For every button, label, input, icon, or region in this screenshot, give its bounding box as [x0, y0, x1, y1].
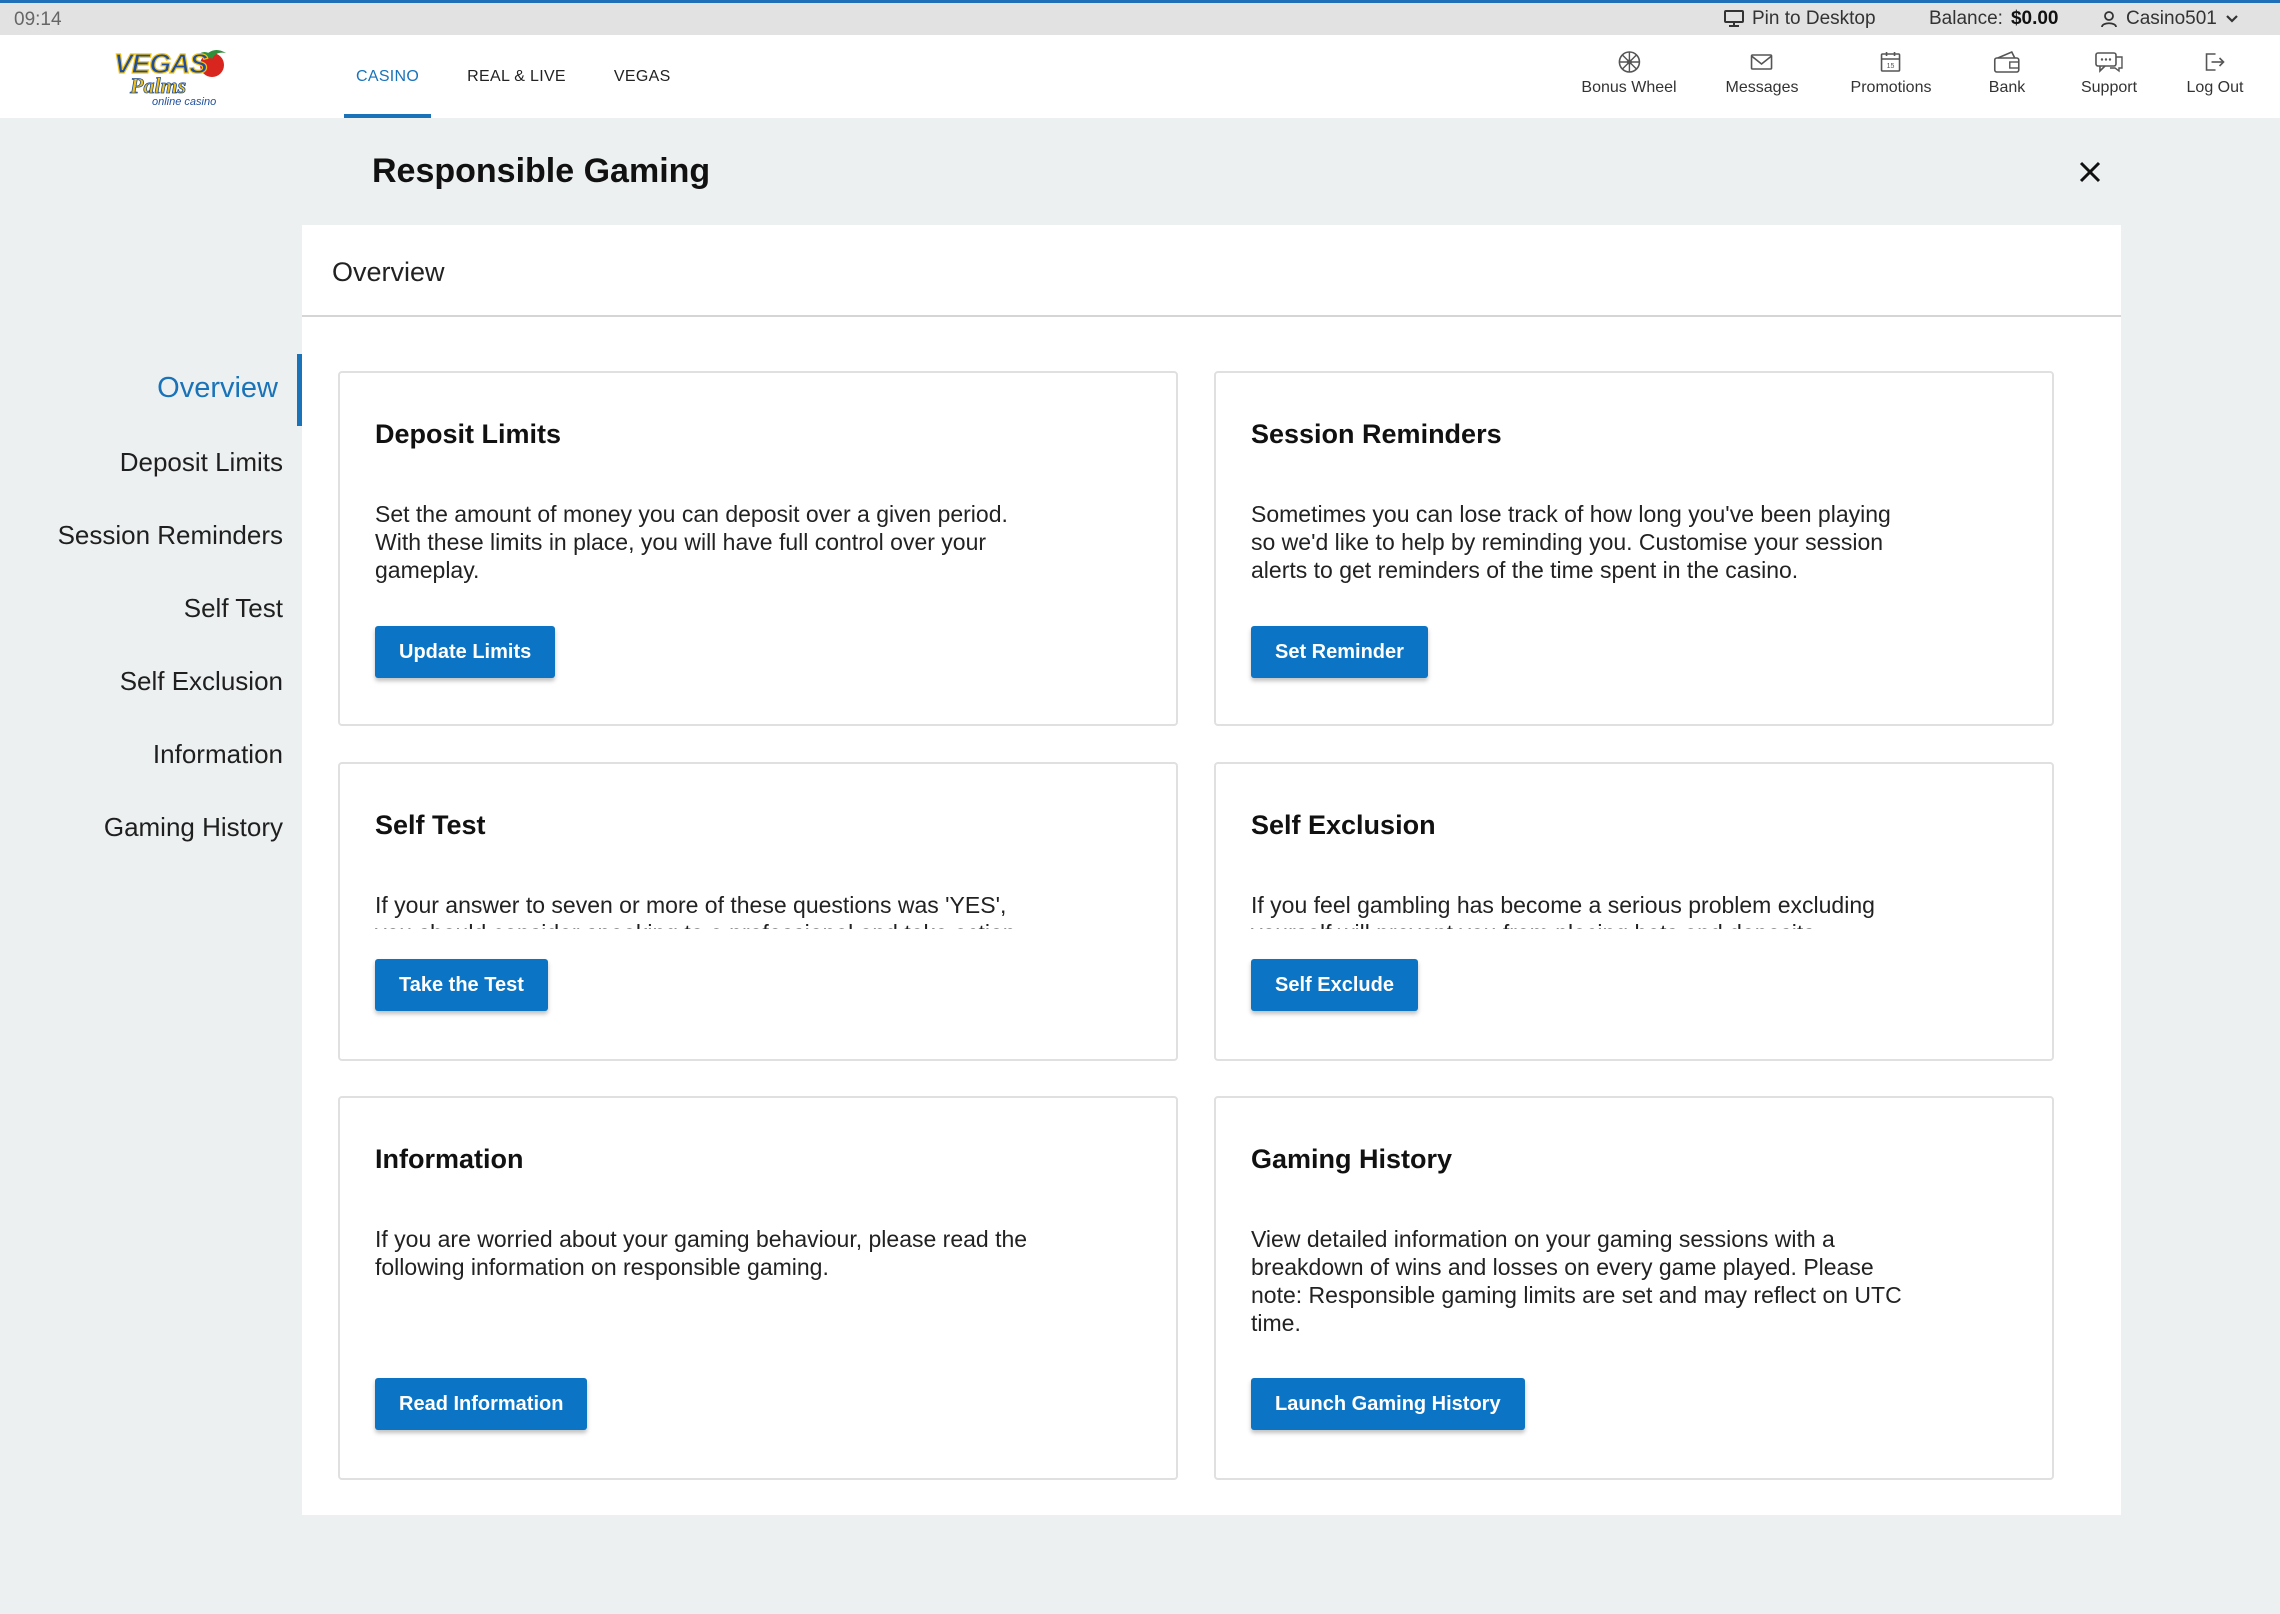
user-menu[interactable]: Casino501 [2100, 8, 2239, 30]
content-panel: Overview Deposit Limits Set the amount o… [302, 225, 2121, 1515]
card-gaming-history: Gaming History View detailed information… [1214, 1096, 2054, 1480]
sidenav-item-self-test[interactable]: Self Test [184, 593, 283, 624]
logout-button[interactable]: Log Out [2186, 49, 2244, 97]
chevron-down-icon [2226, 15, 2238, 23]
site-header: VEGAS Palms online casino CASINO REAL & … [0, 35, 2280, 118]
read-information-button[interactable]: Read Information [375, 1378, 588, 1430]
card-title: Self Exclusion [1251, 810, 1436, 840]
svg-text:online casino: online casino [152, 96, 216, 108]
svg-text:15: 15 [1887, 63, 1895, 70]
support-button[interactable]: Support [2081, 49, 2137, 97]
card-self-test: Self Test If your answer to seven or mor… [338, 762, 1178, 1061]
clock: 09:14 [14, 9, 62, 30]
username: Casino501 [2126, 8, 2217, 29]
promotions-label: Promotions [1850, 79, 1932, 96]
set-reminder-button[interactable]: Set Reminder [1251, 626, 1428, 678]
card-title: Session Reminders [1251, 419, 1502, 449]
status-bar: 09:14 Pin to Desktop Balance: $0.00 Casi… [0, 0, 2280, 35]
svg-text:Palms: Palms [129, 73, 186, 98]
calendar-icon: 15 [1881, 52, 1901, 72]
balance-label: Balance: [1929, 8, 2003, 29]
chat-icon [2095, 52, 2123, 73]
card-title: Gaming History [1251, 1144, 1453, 1174]
pin-to-desktop-button[interactable]: Pin to Desktop [1724, 8, 1876, 30]
section-header: Overview [302, 225, 2121, 317]
launch-gaming-history-button[interactable]: Launch Gaming History [1251, 1378, 1525, 1430]
pin-label: Pin to Desktop [1752, 8, 1876, 29]
card-title: Deposit Limits [375, 419, 562, 449]
promotions-button[interactable]: 15 Promotions [1850, 49, 1932, 97]
user-icon [2101, 11, 2117, 28]
vegas-palms-logo[interactable]: VEGAS Palms online casino [112, 43, 232, 109]
update-limits-button[interactable]: Update Limits [375, 626, 556, 678]
tab-vegas[interactable]: VEGAS [602, 35, 683, 118]
card-description: If your answer to seven or more of these… [375, 892, 1022, 929]
main-nav: CASINO REAL & LIVE VEGAS [344, 35, 707, 118]
sidenav-item-information[interactable]: Information [153, 739, 283, 770]
balance-display: Balance: $0.00 [1929, 8, 2059, 30]
balance-value: $0.00 [2010, 8, 2059, 29]
take-the-test-button[interactable]: Take the Test [375, 959, 548, 1011]
logout-icon [2206, 53, 2226, 71]
bonus-wheel-label: Bonus Wheel [1581, 79, 1677, 96]
envelope-icon [1751, 54, 1773, 70]
card-description: If you feel gambling has become a seriou… [1251, 892, 1875, 929]
page-title: Responsible Gaming [372, 152, 711, 190]
support-label: Support [2080, 79, 2138, 96]
sidenav-item-gaming-history[interactable]: Gaming History [104, 812, 283, 843]
tab-real-live[interactable]: REAL & LIVE [455, 35, 578, 118]
wallet-icon [1994, 50, 2020, 73]
sidenav-item-overview[interactable]: Overview [157, 372, 278, 405]
card-title: Self Test [375, 810, 486, 840]
bank-label: Bank [1988, 79, 2026, 96]
sidenav-item-session-reminders[interactable]: Session Reminders [58, 520, 283, 551]
wheel-icon [1618, 51, 1640, 73]
section-title: Overview [332, 257, 445, 287]
self-exclude-button[interactable]: Self Exclude [1251, 959, 1418, 1011]
monitor-icon [1724, 10, 1744, 27]
card-description: View detailed information on your gaming… [1251, 1226, 1902, 1336]
card-deposit-limits: Deposit Limits Set the amount of money y… [338, 371, 1178, 726]
tab-casino[interactable]: CASINO [344, 35, 432, 118]
card-title: Information [375, 1144, 524, 1174]
card-description: If you are worried about your gaming beh… [375, 1226, 1028, 1280]
card-description: Sometimes you can lose track of how long… [1251, 501, 1891, 583]
logout-label: Log Out [2186, 79, 2244, 96]
sidenav-item-self-exclusion[interactable]: Self Exclusion [120, 666, 283, 697]
close-icon[interactable] [2074, 156, 2106, 188]
card-information: Information If you are worried about you… [338, 1096, 1178, 1480]
messages-button[interactable]: Messages [1725, 49, 1799, 97]
messages-label: Messages [1725, 79, 1799, 96]
sidenav-item-deposit-limits[interactable]: Deposit Limits [120, 447, 283, 478]
card-self-exclusion: Self Exclusion If you feel gambling has … [1214, 762, 2054, 1061]
bonus-wheel-button[interactable]: Bonus Wheel [1581, 49, 1677, 97]
card-description: Set the amount of money you can deposit … [375, 501, 1008, 583]
bank-button[interactable]: Bank [1989, 49, 2025, 97]
card-session-reminders: Session Reminders Sometimes you can lose… [1214, 371, 2054, 726]
